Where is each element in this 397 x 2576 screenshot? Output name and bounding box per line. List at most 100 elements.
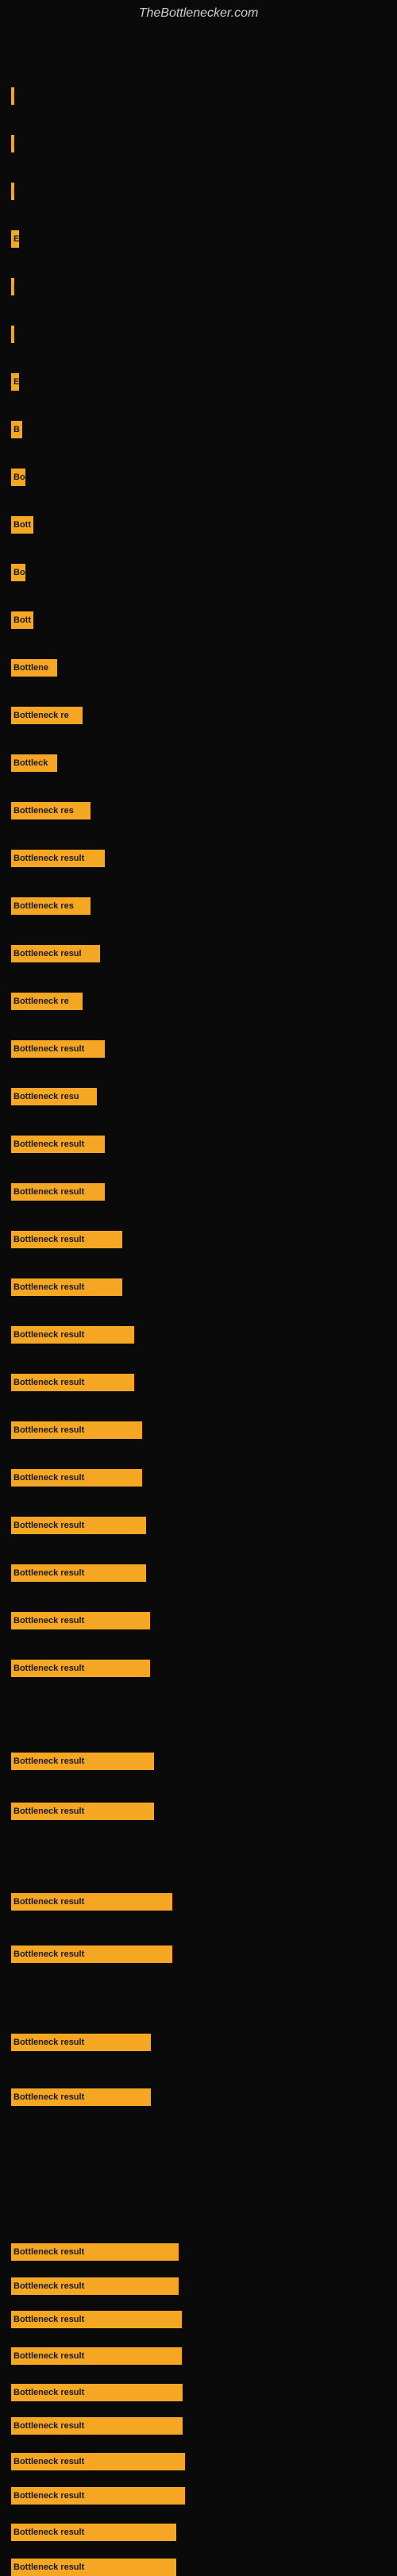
bar-label: Bottleneck result [13, 1282, 84, 1292]
bar-row: Bottleneck resul [11, 945, 100, 962]
result-bar: Bott [11, 611, 33, 629]
result-bar: Bottleneck res [11, 897, 91, 915]
bar-row: Bottlene [11, 659, 57, 677]
bar-label: Bottleneck result [13, 854, 84, 863]
bar-row: | [11, 183, 14, 200]
bar-row: Bottleneck result [11, 1564, 146, 1582]
bar-row: Bo [11, 469, 25, 486]
bar-label: Bottleneck result [13, 2528, 84, 2537]
bar-row: Bottleneck res [11, 897, 91, 915]
bar-row: Bott [11, 611, 33, 629]
result-bar: Bottleck [11, 754, 57, 772]
bar-row: E [11, 373, 19, 391]
result-bar: Bo [11, 564, 25, 581]
bar-label: | [13, 187, 14, 196]
bar-row: | [11, 87, 14, 105]
bar-row: Bottleneck re [11, 707, 83, 724]
result-bar: Bottleneck result [11, 1753, 154, 1770]
bar-row: Bottleneck result [11, 1945, 172, 1963]
bar-label: Bottleneck result [13, 1568, 84, 1578]
result-bar: Bottleneck result [11, 1660, 150, 1677]
bar-label: Bottleneck result [13, 2421, 84, 2431]
bar-label: Bottleneck result [13, 1044, 84, 1054]
bar-row: Bottleneck result [11, 2559, 176, 2576]
result-bar: Bottleneck result [11, 2487, 185, 2505]
bar-row: Bottleneck result [11, 2088, 151, 2106]
bar-row: Bottleneck result [11, 2417, 183, 2435]
bar-label: Bottleneck result [13, 2247, 84, 2257]
bar-row: Bottleneck result [11, 1278, 122, 1296]
result-bar: Bottleneck result [11, 2088, 151, 2106]
result-bar: Bottleneck resu [11, 1088, 97, 1105]
result-bar: Bottleneck result [11, 1136, 105, 1153]
bar-label: Bottleneck result [13, 1897, 84, 1907]
bar-label: Bottleneck result [13, 1807, 84, 1816]
bar-row: Bottleneck result [11, 2277, 179, 2295]
bar-row: Bottleneck result [11, 1893, 172, 1911]
bar-label: Bottleneck res [13, 806, 74, 816]
result-bar: Bottleneck result [11, 1278, 122, 1296]
bar-label: B [13, 425, 20, 434]
result-bar: Bottleneck result [11, 2311, 182, 2328]
result-bar: Bottleneck result [11, 2243, 179, 2261]
bar-label: Bottleck [13, 758, 48, 768]
result-bar: Bottleneck result [11, 1469, 142, 1487]
bar-label: Bott [13, 520, 31, 530]
result-bar: | [11, 183, 14, 200]
bar-row: Bottleneck result [11, 1040, 105, 1058]
bar-label: Bottleneck result [13, 1187, 84, 1197]
result-bar: Bottleneck result [11, 1326, 134, 1344]
result-bar: Bottleneck result [11, 2417, 183, 2435]
result-bar: | [11, 135, 14, 152]
result-bar: Bottleneck result [11, 1803, 154, 1820]
bar-label: Bottleneck resul [13, 949, 82, 958]
site-title: TheBottlenecker.com [0, 0, 397, 24]
result-bar: Bottleneck result [11, 1183, 105, 1201]
result-bar: Bottleneck re [11, 993, 83, 1010]
result-bar: Bottleneck result [11, 1517, 146, 1534]
bar-row: Bottleneck result [11, 2453, 185, 2470]
bar-row: Bottleneck result [11, 2384, 183, 2401]
bar-label: Bottleneck result [13, 1521, 84, 1530]
bar-label: Bottleneck result [13, 1378, 84, 1387]
result-bar: | [11, 278, 14, 295]
bar-label: Bottleneck res [13, 901, 74, 911]
result-bar: Bottleneck result [11, 2453, 185, 2470]
result-bar: Bottleneck result [11, 2347, 182, 2365]
result-bar: Bottleneck result [11, 1374, 134, 1391]
result-bar: E [11, 373, 19, 391]
page-wrapper: TheBottlenecker.com |||E||EBBoBottBoBott… [0, 0, 397, 2565]
bars-container: |||E||EBBoBottBoBottBottleneBottleneck r… [0, 24, 397, 2565]
result-bar: Bottlene [11, 659, 57, 677]
result-bar: Bottleneck re [11, 707, 83, 724]
result-bar: Bottleneck result [11, 850, 105, 867]
bar-label: | [13, 91, 14, 101]
bar-row: B [11, 421, 22, 438]
bar-label: Bottleneck result [13, 1425, 84, 1435]
bar-row: Bottleneck result [11, 1183, 105, 1201]
result-bar: Bottleneck result [11, 2559, 176, 2576]
bar-label: Bottleneck result [13, 1664, 84, 1673]
result-bar: Bottleneck result [11, 2384, 183, 2401]
bar-row: | [11, 135, 14, 152]
bar-row: Bottleneck res [11, 802, 91, 819]
result-bar: Bottleneck result [11, 1040, 105, 1058]
result-bar: | [11, 326, 14, 343]
bar-label: Bottleneck result [13, 1140, 84, 1149]
bar-label: Bottleneck result [13, 1949, 84, 1959]
bar-label: Bottleneck re [13, 997, 69, 1006]
result-bar: Bottleneck result [11, 1421, 142, 1439]
bar-row: Bottleneck result [11, 1136, 105, 1153]
bar-row: Bottleneck result [11, 1803, 154, 1820]
bar-label: Bottleneck result [13, 2491, 84, 2501]
bar-row: Bottleneck result [11, 850, 105, 867]
bar-label: | [13, 282, 14, 291]
bar-row: Bottleneck result [11, 1421, 142, 1439]
bar-label: Bottleneck result [13, 2388, 84, 2397]
bar-row: Bottleneck result [11, 1517, 146, 1534]
bar-label: Bottleneck result [13, 2092, 84, 2102]
result-bar: Bottleneck result [11, 2524, 176, 2541]
bar-row: Bottleneck result [11, 1612, 150, 1629]
bar-row: Bottleneck result [11, 1469, 142, 1487]
bar-label: Bo [13, 472, 25, 482]
